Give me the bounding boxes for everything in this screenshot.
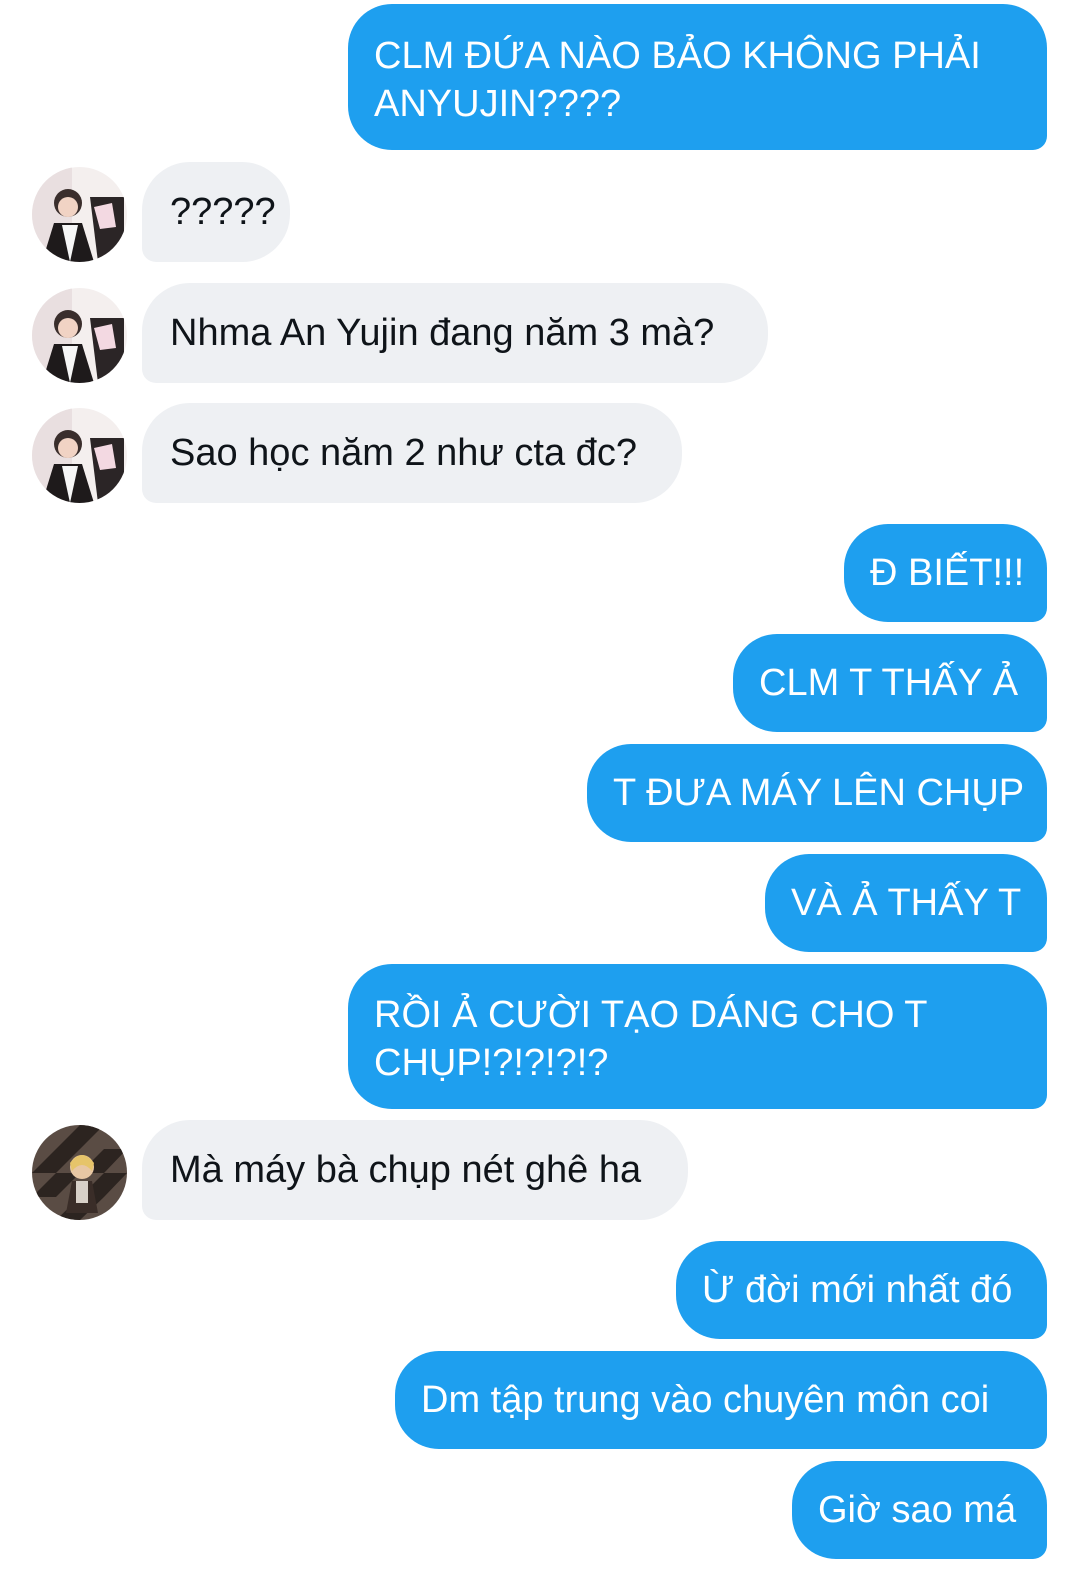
message-bubble-outgoing[interactable]: Ừ đời mới nhất đó	[676, 1241, 1047, 1339]
message-text: CLM ĐỨA NÀO BẢO KHÔNG PHẢI ANYUJIN????	[374, 35, 981, 125]
message-text: Mà máy bà chụp nét ghê ha	[170, 1149, 642, 1191]
message-bubble-outgoing[interactable]: RỒI Ả CƯỜI TẠO DÁNG CHO T CHỤP!?!?!?!?	[348, 964, 1047, 1109]
message-bubble-incoming[interactable]: Nhma An Yujin đang năm 3 mà?	[142, 283, 768, 383]
message-text: Đ BIẾT!!!	[870, 552, 1025, 594]
message-text: RỒI Ả CƯỜI TẠO DÁNG CHO T CHỤP!?!?!?!?	[374, 994, 928, 1084]
profile-avatar[interactable]	[32, 408, 127, 503]
message-bubble-outgoing[interactable]: Đ BIẾT!!!	[844, 524, 1047, 622]
message-text: Nhma An Yujin đang năm 3 mà?	[170, 312, 715, 354]
message-text: Giờ sao má	[818, 1489, 1017, 1531]
message-bubble-incoming[interactable]: ?????	[142, 162, 290, 262]
message-bubble-outgoing[interactable]: CLM ĐỨA NÀO BẢO KHÔNG PHẢI ANYUJIN????	[348, 4, 1047, 150]
avatar-photo-icon	[32, 288, 127, 383]
message-bubble-outgoing[interactable]: Giờ sao má	[792, 1461, 1047, 1559]
message-bubble-outgoing[interactable]: VÀ Ả THẤY T	[765, 854, 1047, 952]
message-bubble-incoming[interactable]: Mà máy bà chụp nét ghê ha	[142, 1120, 688, 1220]
message-text: Sao học năm 2 như cta đc?	[170, 432, 637, 474]
profile-avatar[interactable]	[32, 167, 127, 262]
message-text: Ừ đời mới nhất đó	[702, 1269, 1013, 1311]
avatar-photo-icon	[32, 1125, 127, 1220]
message-text: ?????	[170, 191, 276, 233]
message-bubble-outgoing[interactable]: CLM T THẤY Ả	[733, 634, 1047, 732]
message-text: Dm tập trung vào chuyên môn coi	[421, 1379, 990, 1421]
message-bubble-incoming[interactable]: Sao học năm 2 như cta đc?	[142, 403, 682, 503]
message-bubble-outgoing[interactable]: T ĐƯA MÁY LÊN CHỤP	[587, 744, 1047, 842]
message-text: CLM T THẤY Ả	[759, 662, 1019, 704]
message-text: VÀ Ả THẤY T	[791, 882, 1022, 924]
message-bubble-outgoing[interactable]: Dm tập trung vào chuyên môn coi	[395, 1351, 1047, 1449]
profile-avatar[interactable]	[32, 288, 127, 383]
avatar-photo-icon	[32, 408, 127, 503]
profile-avatar[interactable]	[32, 1125, 127, 1220]
message-text: T ĐƯA MÁY LÊN CHỤP	[613, 772, 1025, 814]
avatar-photo-icon	[32, 167, 127, 262]
